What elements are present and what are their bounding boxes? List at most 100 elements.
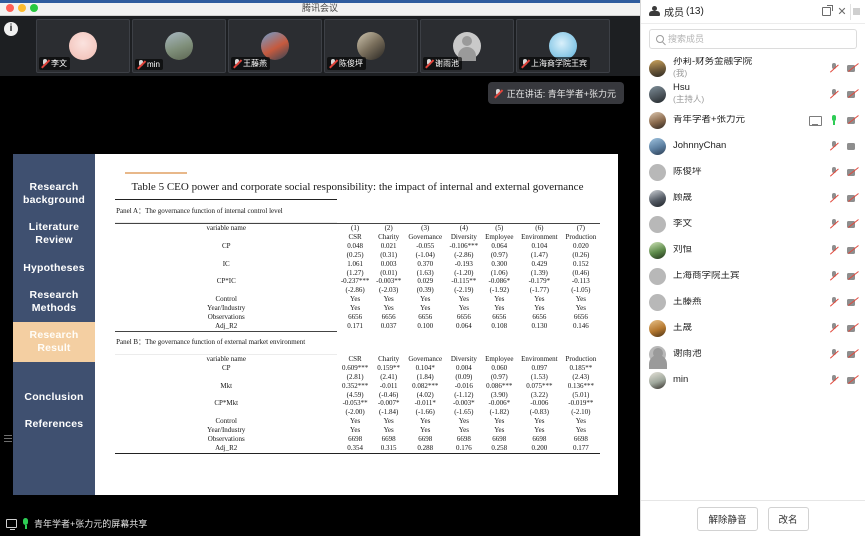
mic-on-icon[interactable] bbox=[828, 115, 840, 125]
participant-row[interactable]: Hsu (主持人) bbox=[641, 81, 865, 107]
mic-muted-icon[interactable] bbox=[828, 375, 840, 385]
participants-list[interactable]: 孙莉-财务金融学院 (我) Hsu (主持人) 青年学者+张力元 JohnnyChan 陈俊… bbox=[641, 53, 865, 500]
camera-off-icon[interactable] bbox=[847, 271, 859, 281]
table-cell: Adj_R2 bbox=[215, 322, 238, 330]
table-cell: -0.053** bbox=[342, 399, 368, 408]
video-thumbnail[interactable]: 谢雨池 bbox=[420, 19, 514, 73]
table-cell: -0.086* bbox=[488, 277, 511, 286]
camera-icon[interactable] bbox=[847, 141, 859, 151]
camera-off-icon[interactable] bbox=[847, 63, 859, 73]
table-cell: -0.016 bbox=[454, 381, 473, 390]
table-cell: (3.90) bbox=[490, 390, 508, 399]
participant-row[interactable]: 顾晟 bbox=[641, 185, 865, 211]
camera-off-icon[interactable] bbox=[847, 89, 859, 99]
mic-muted-icon[interactable] bbox=[828, 219, 840, 229]
table-cell: (-0.46) bbox=[379, 390, 399, 399]
participant-name: 上海商学院王宾 bbox=[531, 59, 587, 68]
table-cell: CSR bbox=[348, 354, 362, 363]
mic-muted-icon[interactable] bbox=[828, 141, 840, 151]
video-thumbnail[interactable]: 陈俊坪 bbox=[324, 19, 418, 73]
participant-row[interactable]: 青年学者+张力元 bbox=[641, 107, 865, 133]
camera-off-icon[interactable] bbox=[847, 349, 859, 359]
table-cell: (-1.84) bbox=[379, 408, 399, 417]
table-cell: Adj_R2 bbox=[115, 443, 338, 454]
table-cell: 0.104 bbox=[531, 241, 548, 250]
video-thumbnail[interactable]: 王藤燕 bbox=[228, 19, 322, 73]
participant-row[interactable]: min bbox=[641, 367, 865, 393]
camera-off-icon[interactable] bbox=[847, 297, 859, 307]
participant-row[interactable]: 王藤燕 bbox=[641, 289, 865, 315]
table-cell: (3.22) bbox=[530, 390, 548, 399]
participant-row[interactable]: 刘恒 bbox=[641, 237, 865, 263]
camera-off-icon[interactable] bbox=[847, 245, 859, 255]
camera-off-icon[interactable] bbox=[847, 375, 859, 385]
camera-off-icon[interactable] bbox=[847, 193, 859, 203]
table-cell: Yes bbox=[534, 304, 545, 313]
table-cell: Yes bbox=[383, 417, 394, 426]
video-thumbnail[interactable]: 上海商学院王宾 bbox=[516, 19, 610, 73]
camera-off-icon[interactable] bbox=[847, 115, 859, 125]
mic-muted-icon bbox=[425, 59, 433, 68]
camera-off-icon[interactable] bbox=[847, 219, 859, 229]
participant-row[interactable]: JohnnyChan bbox=[641, 133, 865, 159]
avatar bbox=[549, 32, 577, 60]
participants-title: 成员 bbox=[664, 8, 684, 19]
table-cell: (-1.66) bbox=[415, 408, 435, 417]
mic-muted-icon[interactable] bbox=[828, 245, 840, 255]
camera-off-icon[interactable] bbox=[847, 167, 859, 177]
table-cell: (4) bbox=[446, 222, 482, 233]
table-cell: 0.130 bbox=[531, 322, 548, 330]
thumbnail-label: 王藤燕 bbox=[231, 57, 270, 70]
table-cell: (-1.12) bbox=[454, 390, 474, 399]
table-cell: 6698 bbox=[492, 435, 507, 444]
table-cell: Panel A：The governance function of inter… bbox=[115, 198, 338, 223]
avatar bbox=[649, 319, 666, 337]
mic-muted-icon[interactable] bbox=[828, 193, 840, 203]
shared-screen-stage[interactable]: Research background Literature Review Hypo… bbox=[0, 116, 640, 511]
avatar bbox=[649, 59, 666, 77]
avatar bbox=[649, 241, 666, 259]
mic-muted-icon[interactable] bbox=[828, 167, 840, 177]
mic-muted-icon[interactable] bbox=[828, 89, 840, 99]
participant-icons bbox=[828, 271, 859, 281]
participant-row[interactable]: 上海商学院王宾 bbox=[641, 263, 865, 289]
mic-muted-icon[interactable] bbox=[828, 323, 840, 333]
participants-count: (13) bbox=[686, 6, 704, 17]
unmute-button[interactable]: 解除静音 bbox=[697, 506, 758, 531]
camera-off-icon[interactable] bbox=[847, 323, 859, 333]
popout-panel-button[interactable] bbox=[818, 4, 834, 20]
rename-button[interactable]: 改名 bbox=[767, 506, 809, 531]
table-cell: 0.082*** bbox=[412, 381, 439, 390]
table-cell: 0.075*** bbox=[526, 381, 553, 390]
close-panel-button[interactable]: ✕ bbox=[834, 4, 850, 20]
avatar bbox=[649, 267, 666, 285]
participant-row[interactable]: 孙莉-财务金融学院 (我) bbox=[641, 55, 865, 81]
mic-muted-icon[interactable] bbox=[828, 349, 840, 359]
participant-names: 上海商学院王宾 bbox=[673, 271, 828, 282]
search-box[interactable] bbox=[649, 29, 857, 49]
table-cell: 6656 bbox=[381, 313, 396, 322]
table-cell: Yes bbox=[420, 295, 431, 304]
stage-handle-icon[interactable] bbox=[4, 435, 12, 445]
video-thumbnail[interactable]: min bbox=[132, 19, 226, 73]
mic-muted-icon[interactable] bbox=[828, 63, 840, 73]
mic-muted-icon[interactable] bbox=[828, 271, 840, 281]
table-cell: (2.43) bbox=[572, 372, 590, 381]
table-cell: (0.09) bbox=[455, 372, 473, 381]
table-cell: -0.237*** bbox=[340, 277, 370, 286]
participant-row[interactable]: 陈俊坪 bbox=[641, 159, 865, 185]
table-cell: 0.288 bbox=[404, 443, 447, 454]
meeting-info-icon[interactable]: i bbox=[4, 22, 18, 36]
mic-muted-icon[interactable] bbox=[828, 297, 840, 307]
participant-row[interactable]: 李文 bbox=[641, 211, 865, 237]
avatar bbox=[261, 32, 289, 60]
window-title: 腾讯会议 bbox=[301, 2, 338, 13]
slide-nav-item: Research Result bbox=[13, 321, 95, 363]
participant-row[interactable]: 谢雨池 bbox=[641, 341, 865, 367]
search-input[interactable] bbox=[668, 34, 850, 44]
participant-row[interactable]: 王晟 bbox=[641, 315, 865, 341]
table-cell: (1.06) bbox=[490, 268, 508, 277]
video-thumbnail[interactable]: 李文 bbox=[36, 19, 130, 73]
panel-resize-handle[interactable] bbox=[850, 3, 861, 20]
speaking-indicator-label: 正在讲话: 青年学者+张力元 bbox=[506, 88, 616, 99]
